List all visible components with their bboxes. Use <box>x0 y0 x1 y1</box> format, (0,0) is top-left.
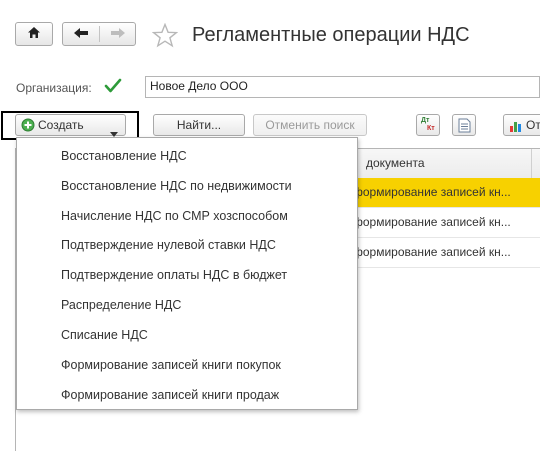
table-cell: формирование записей кн... <box>353 245 511 259</box>
forward-button[interactable] <box>100 23 136 45</box>
column-header-document: документа <box>366 156 425 170</box>
menu-item-purchase-book-entries[interactable]: Формирование записей книги покупок <box>61 358 281 372</box>
create-button-label: Создать <box>38 118 84 132</box>
create-dropdown-menu: Восстановление НДС Восстановление НДС по… <box>16 137 358 410</box>
menu-item-zero-rate-confirmation[interactable]: Подтверждение нулевой ставки НДС <box>61 238 276 252</box>
organization-field[interactable]: Новое Дело ООО <box>145 76 540 98</box>
cancel-search-button[interactable]: Отменить поиск <box>253 114 367 136</box>
dtkt-icon: Дт Кт <box>420 116 438 134</box>
menu-item-vat-accrual-construction[interactable]: Начисление НДС по СМР хозспособом <box>61 209 288 223</box>
table-cell: формирование записей кн... <box>353 215 511 229</box>
page-title: Регламентные операции НДС <box>192 24 470 46</box>
plus-circle-icon <box>21 118 35 138</box>
create-button[interactable]: Создать <box>15 114 126 138</box>
menu-item-vat-distribution[interactable]: Распределение НДС <box>61 298 181 312</box>
history-nav-group <box>62 22 136 46</box>
arrow-right-icon <box>110 27 126 42</box>
table-cell: формирование записей кн... <box>353 185 511 199</box>
dtkt-credit-text: Кт <box>427 125 435 132</box>
dtkt-button[interactable]: Дт Кт <box>416 114 440 136</box>
document-button[interactable] <box>452 114 476 136</box>
report-icon <box>509 119 523 139</box>
organization-label: Организация: <box>16 81 92 95</box>
arrow-left-icon <box>73 27 89 42</box>
organization-checkbox[interactable] <box>104 78 122 97</box>
menu-item-vat-recovery-real-estate[interactable]: Восстановление НДС по недвижимости <box>61 179 292 193</box>
menu-item-sales-book-entries[interactable]: Формирование записей книги продаж <box>61 388 279 402</box>
dtkt-debit-text: Дт <box>421 117 430 124</box>
home-icon <box>27 26 41 42</box>
menu-item-vat-payment-confirmation[interactable]: Подтверждение оплаты НДС в бюджет <box>61 268 287 282</box>
back-button[interactable] <box>63 23 99 45</box>
menu-item-vat-writeoff[interactable]: Списание НДС <box>61 328 148 342</box>
find-button[interactable]: Найти... <box>153 114 245 136</box>
checkmark-icon <box>104 78 122 97</box>
report-button[interactable]: От <box>503 114 540 136</box>
column-header-divider <box>531 149 532 178</box>
menu-item-vat-recovery[interactable]: Восстановление НДС <box>61 149 187 163</box>
home-button[interactable] <box>15 22 53 46</box>
star-icon[interactable] <box>151 22 179 51</box>
document-icon <box>458 118 471 139</box>
report-button-label: От <box>526 118 540 132</box>
